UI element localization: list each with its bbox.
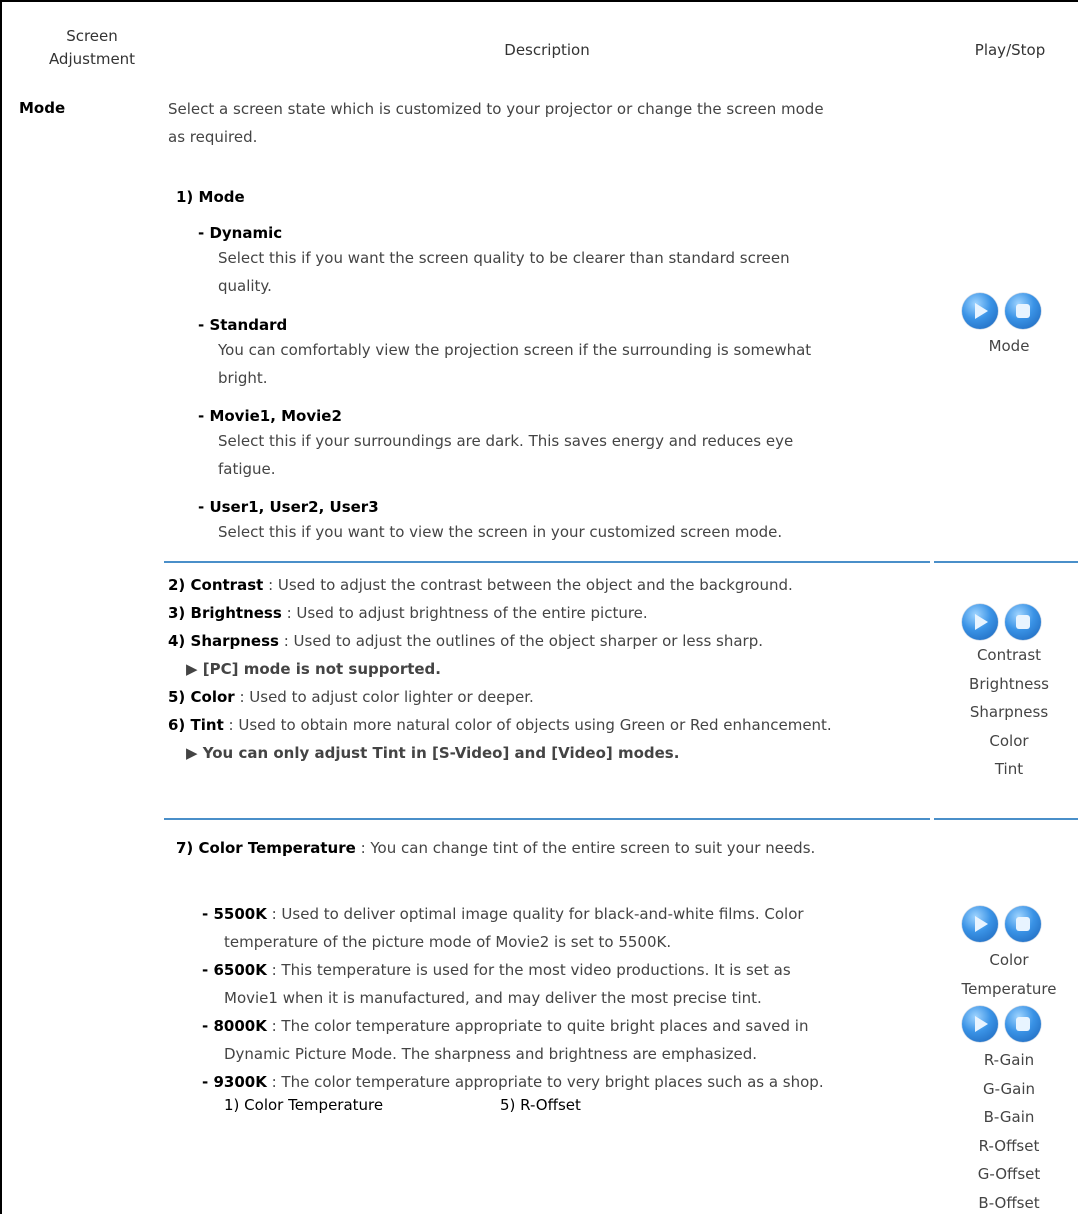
stop-icon[interactable] (1005, 906, 1041, 942)
user-title: - User1, User2, User3 (198, 496, 918, 518)
dynamic-line-2: quality. (218, 272, 918, 300)
tint-label: 6) Tint (168, 716, 224, 734)
label-color: Color (944, 946, 1074, 975)
k5500-text-2: temperature of the picture mode of Movie… (202, 928, 932, 956)
k6500-text-2: Movie1 when it is manufactured, and may … (202, 984, 932, 1012)
k6500-label: - 6500K (202, 961, 267, 979)
label-brightness: Brightness (944, 670, 1074, 699)
movie-title: - Movie1, Movie2 (198, 405, 918, 427)
header-screen-adjustment: Screen Adjustment (42, 25, 142, 71)
dynamic-line-1: Select this if you want the screen quali… (218, 244, 918, 272)
k5500-label: - 5500K (202, 905, 267, 923)
mode-description: Select a screen state which is customize… (168, 95, 928, 151)
color-temp-button-labels: Color Temperature (944, 946, 1074, 1003)
stop-icon[interactable] (1005, 1006, 1041, 1042)
color-label: 5) Color (168, 688, 235, 706)
label-color: Color (944, 727, 1074, 756)
label-tint: Tint (944, 755, 1074, 784)
play-icon[interactable] (962, 906, 998, 942)
label-r-gain: R-Gain (944, 1046, 1074, 1075)
tint-note: ▶ You can only adjust Tint in [S-Video] … (168, 739, 928, 767)
picture-play-stop (962, 604, 1041, 640)
label-mode: Mode (944, 332, 1074, 361)
k6500-text-1: : This temperature is used for the most … (267, 961, 791, 979)
k9300-label: - 9300K (202, 1073, 267, 1091)
dynamic-block: - Dynamic Select this if you want the sc… (198, 222, 918, 300)
brightness-label: 3) Brightness (168, 604, 282, 622)
color-temperature-heading: 7) Color Temperature : You can change ti… (176, 834, 936, 862)
play-icon[interactable] (962, 604, 998, 640)
sub-item-color-temperature: 1) Color Temperature (224, 1096, 383, 1114)
contrast-text: : Used to adjust the contrast between th… (263, 576, 792, 594)
picture-settings: 2) Contrast : Used to adjust the contras… (168, 571, 928, 767)
picture-button-labels: Contrast Brightness Sharpness Color Tint (944, 641, 1074, 784)
standard-line-1: You can comfortably view the projection … (218, 336, 918, 364)
label-g-offset: G-Offset (944, 1160, 1074, 1189)
brightness-text: : Used to adjust brightness of the entir… (282, 604, 648, 622)
user-block: - User1, User2, User3 Select this if you… (198, 496, 918, 546)
gain-offset-button-labels: R-Gain G-Gain B-Gain R-Offset G-Offset B… (944, 1046, 1074, 1217)
standard-title: - Standard (198, 314, 918, 336)
k5500-item: - 5500K : Used to deliver optimal image … (202, 900, 932, 928)
divider (164, 818, 930, 820)
k9300-text-1: : The color temperature appropriate to v… (267, 1073, 824, 1091)
stop-icon[interactable] (1005, 604, 1041, 640)
standard-block: - Standard You can comfortably view the … (198, 314, 918, 392)
play-icon[interactable] (962, 1006, 998, 1042)
k8000-item: - 8000K : The color temperature appropri… (202, 1012, 932, 1040)
movie-block: - Movie1, Movie2 Select this if your sur… (198, 405, 918, 483)
color-temperature-text: : You can change tint of the entire scre… (356, 839, 816, 857)
mode-play-stop (962, 293, 1041, 329)
mode-button-label: Mode (944, 332, 1074, 361)
gain-offset-play-stop (962, 1006, 1041, 1042)
user-line-1: Select this if you want to view the scre… (218, 518, 918, 546)
color-item: 5) Color : Used to adjust color lighter … (168, 683, 928, 711)
row-name-mode: Mode (19, 99, 65, 117)
label-g-gain: G-Gain (944, 1075, 1074, 1104)
sharpness-label: 4) Sharpness (168, 632, 279, 650)
k8000-text-2: Dynamic Picture Mode. The sharpness and … (202, 1040, 932, 1068)
header-col1-line2: Adjustment (42, 48, 142, 71)
k5500-text-1: : Used to deliver optimal image quality … (267, 905, 804, 923)
tint-item: 6) Tint : Used to obtain more natural co… (168, 711, 928, 739)
label-b-gain: B-Gain (944, 1103, 1074, 1132)
play-icon[interactable] (962, 293, 998, 329)
standard-line-2: bright. (218, 364, 918, 392)
divider (934, 561, 1078, 563)
divider (934, 818, 1078, 820)
contrast-item: 2) Contrast : Used to adjust the contras… (168, 571, 928, 599)
color-temperature-list: - 5500K : Used to deliver optimal image … (202, 900, 932, 1096)
header-play-stop: Play/Stop (960, 39, 1060, 62)
k9300-item: - 9300K : The color temperature appropri… (202, 1068, 932, 1096)
tint-text: : Used to obtain more natural color of o… (224, 716, 832, 734)
page: Screen Adjustment Description Play/Stop … (0, 0, 1078, 1214)
header-description: Description (472, 39, 622, 62)
pc-mode-note: ▶ [PC] mode is not supported. (168, 655, 928, 683)
mode-heading: 1) Mode (176, 188, 245, 206)
header-col1-line1: Screen (42, 25, 142, 48)
k6500-item: - 6500K : This temperature is used for t… (202, 956, 932, 984)
label-r-offset: R-Offset (944, 1132, 1074, 1161)
brightness-item: 3) Brightness : Used to adjust brightnes… (168, 599, 928, 627)
sharpness-text: : Used to adjust the outlines of the obj… (279, 632, 763, 650)
contrast-label: 2) Contrast (168, 576, 263, 594)
color-temp-play-stop (962, 906, 1041, 942)
label-b-offset: B-Offset (944, 1189, 1074, 1217)
intro-line-1: Select a screen state which is customize… (168, 95, 928, 123)
color-text: : Used to adjust color lighter or deeper… (235, 688, 534, 706)
stop-icon[interactable] (1005, 293, 1041, 329)
k8000-label: - 8000K (202, 1017, 267, 1035)
divider (164, 561, 930, 563)
label-temperature: Temperature (944, 975, 1074, 1004)
movie-line-1: Select this if your surroundings are dar… (218, 427, 918, 455)
label-sharpness: Sharpness (944, 698, 1074, 727)
sub-item-r-offset: 5) R-Offset (500, 1096, 581, 1114)
sharpness-item: 4) Sharpness : Used to adjust the outlin… (168, 627, 928, 655)
k8000-text-1: : The color temperature appropriate to q… (267, 1017, 809, 1035)
label-contrast: Contrast (944, 641, 1074, 670)
dynamic-title: - Dynamic (198, 222, 918, 244)
color-temperature-label: 7) Color Temperature (176, 839, 356, 857)
movie-line-2: fatigue. (218, 455, 918, 483)
intro-line-2: as required. (168, 123, 928, 151)
